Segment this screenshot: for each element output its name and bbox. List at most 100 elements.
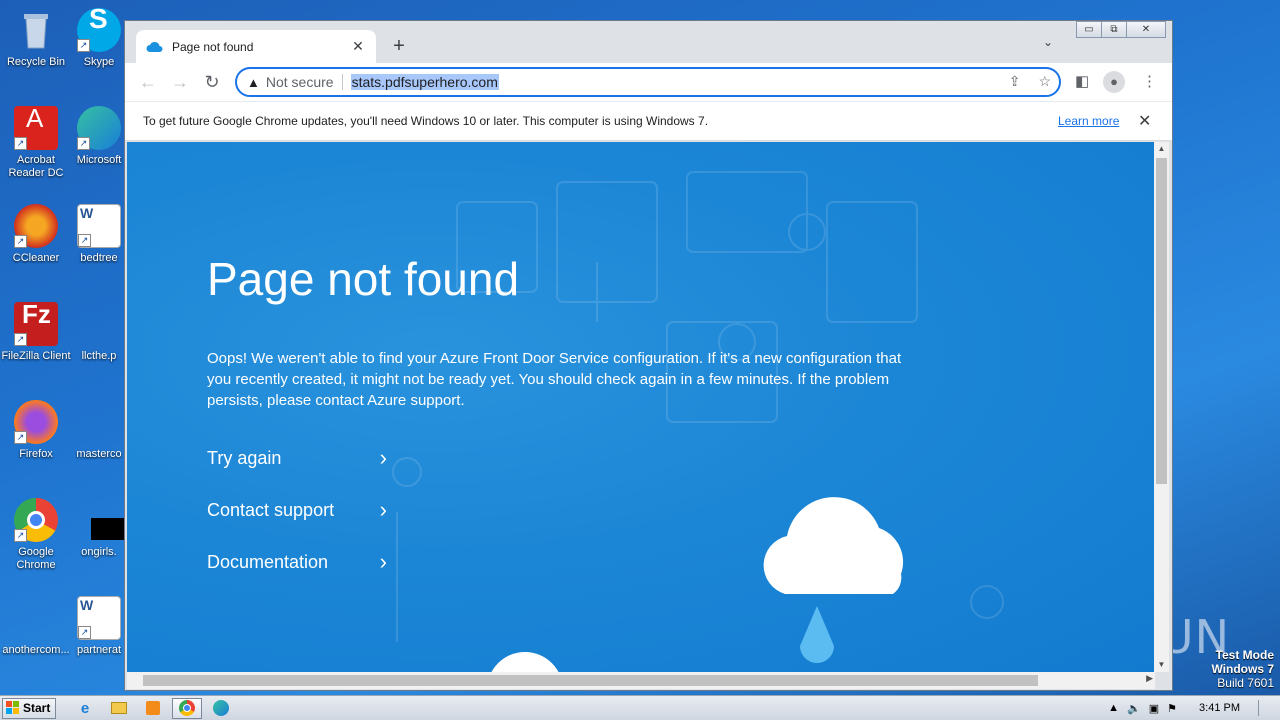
desktop-icon-label: masterco — [76, 448, 122, 460]
file-icon — [14, 596, 58, 640]
desktop-icon-recycle-bin[interactable]: Recycle Bin — [0, 8, 72, 69]
scroll-down-arrow-icon[interactable]: ▼ — [1154, 658, 1169, 672]
ccleaner-icon: ↗ — [14, 204, 58, 248]
desktop-icon-anothercom[interactable]: anothercom... — [0, 596, 72, 657]
desktop-icon-label: bedtree — [80, 252, 118, 264]
person-icon: ● — [1103, 71, 1125, 93]
filezilla-icon: Fz ↗ — [14, 301, 58, 346]
desktop-icon-label: Acrobat Reader DC — [8, 154, 64, 179]
acrobat-icon: A ↗ — [14, 105, 58, 150]
share-icon[interactable]: ⇪ — [1009, 73, 1021, 90]
test-mode-line2: Windows 7 — [1211, 662, 1274, 676]
update-infobar: To get future Google Chrome updates, you… — [125, 101, 1172, 141]
documentation-link[interactable]: Documentation › — [207, 549, 387, 575]
show-desktop-button[interactable] — [1258, 700, 1270, 716]
bookmark-star-icon[interactable]: ☆ — [1038, 73, 1051, 90]
word-document-icon: W ↗ — [77, 204, 121, 248]
desktop-icon-bedtree[interactable]: W ↗ bedtree — [74, 204, 124, 265]
taskbar-chrome-icon[interactable] — [172, 697, 202, 719]
tab-search-icon[interactable]: ⌄ — [1043, 35, 1053, 49]
desktop-icon-ongirls[interactable]: ongirls. — [74, 498, 127, 559]
desktop-icon-label: CCleaner — [12, 252, 60, 264]
file-icon — [77, 498, 127, 542]
chrome-window: Page not found ✕ + ⌄ ▭ ⧉ ✕ ← → ↻ ▲ Not s… — [124, 20, 1173, 691]
url-text[interactable]: stats.pdfsuperhero.com — [350, 74, 499, 90]
taskbar-edge-icon[interactable] — [206, 698, 236, 719]
desktop-icon-label: Recycle Bin — [6, 56, 66, 68]
not-secure-label[interactable]: Not secure — [266, 74, 343, 90]
desktop-icon-label: Skype — [83, 56, 115, 68]
desktop-icon-label: FileZilla Client — [1, 350, 71, 362]
page-title: Page not found — [207, 253, 520, 305]
profile-avatar[interactable]: ● — [1103, 71, 1125, 93]
desktop-icon-partnerat[interactable]: W ↗ partnerat — [74, 596, 124, 657]
start-label: Start — [23, 701, 51, 715]
desktop-icon-label: Google Chrome — [16, 546, 56, 571]
taskbar: Start e ▲ 🔈 ▣ ⚑ 3:41 PM — [0, 695, 1280, 720]
firefox-icon: ↗ — [14, 400, 58, 444]
learn-more-link[interactable]: Learn more — [1058, 114, 1119, 128]
error-description: Oops! We weren't able to find your Azure… — [207, 350, 902, 409]
title-bar: Page not found ✕ + ⌄ ▭ ⧉ ✕ — [125, 21, 1172, 63]
tab-title: Page not found — [172, 39, 254, 54]
desktop-icon-label: llcthe.p — [81, 350, 117, 362]
desktop-icon-filezilla[interactable]: Fz ↗ FileZilla Client — [0, 301, 72, 363]
start-button[interactable]: Start — [2, 697, 56, 719]
side-panel-icon[interactable]: ◧ — [1075, 72, 1089, 90]
taskbar-ie-icon[interactable]: e — [70, 698, 100, 719]
scroll-up-arrow-icon[interactable]: ▲ — [1154, 142, 1169, 156]
vertical-scrollbar[interactable]: ▲ ▼ — [1154, 142, 1169, 672]
address-bar[interactable]: ▲ Not secure stats.pdfsuperhero.com ⇪ ☆ — [235, 67, 1061, 97]
tab-close-icon[interactable]: ✕ — [350, 38, 366, 55]
minimize-button[interactable]: ▭ — [1076, 21, 1102, 38]
window-controls: ▭ ⧉ ✕ — [1076, 21, 1166, 39]
volume-icon[interactable]: 🔈 — [1127, 702, 1141, 715]
reload-button[interactable]: ↻ — [201, 71, 223, 93]
close-button[interactable]: ✕ — [1126, 21, 1166, 38]
back-button[interactable]: ← — [137, 71, 159, 93]
desktop-icon-masterco[interactable]: masterco — [74, 400, 124, 461]
contact-support-link[interactable]: Contact support › — [207, 497, 387, 523]
tab-page-not-found[interactable]: Page not found ✕ — [136, 30, 376, 63]
taskbar-media-player-icon[interactable] — [138, 698, 168, 719]
desktop-icon-google-chrome[interactable]: ↗ Google Chrome — [0, 498, 72, 572]
desktop-icon-llcthe[interactable]: llcthe.p — [74, 302, 124, 363]
chevron-right-icon: › — [379, 497, 387, 522]
test-mode-line1: Test Mode — [1215, 648, 1274, 662]
desktop-icon-microsoft-edge[interactable]: ↗ Microsoft — [74, 106, 124, 167]
infobar-message: To get future Google Chrome updates, you… — [143, 114, 709, 128]
desktop-icon-acrobat[interactable]: A ↗ Acrobat Reader DC — [0, 105, 72, 180]
desktop-icon-firefox[interactable]: ↗ Firefox — [0, 400, 72, 461]
browser-toolbar: ← → ↻ ▲ Not secure stats.pdfsuperhero.co… — [125, 63, 1172, 101]
action-center-flag-icon[interactable]: ⚑ — [1167, 702, 1177, 715]
file-icon — [77, 302, 121, 346]
menu-kebab-icon[interactable]: ⋮ — [1142, 72, 1157, 90]
horizontal-scroll-thumb[interactable] — [143, 675, 1038, 686]
tray-expand-icon[interactable]: ▲ — [1108, 702, 1119, 714]
horizontal-scrollbar[interactable]: ▶ — [127, 672, 1155, 689]
shortcut-arrow-icon: ↗ — [78, 626, 91, 639]
edge-icon: ↗ — [77, 106, 121, 150]
desktop-icon-label: Microsoft — [76, 154, 122, 166]
warning-icon[interactable]: ▲ — [247, 75, 260, 90]
shortcut-arrow-icon: ↗ — [14, 529, 27, 542]
desktop-icon-label: anothercom... — [2, 644, 70, 656]
infobar-close-icon[interactable]: ✕ — [1138, 111, 1151, 131]
action-label: Try again — [207, 447, 282, 468]
vertical-scroll-thumb[interactable] — [1156, 158, 1167, 484]
scroll-right-arrow-icon[interactable]: ▶ — [1146, 673, 1153, 684]
forward-button[interactable]: → — [169, 71, 191, 93]
windows-logo-icon — [6, 701, 19, 714]
taskbar-explorer-icon[interactable] — [104, 698, 134, 719]
shortcut-arrow-icon: ↗ — [14, 333, 27, 346]
clock[interactable]: 3:41 PM — [1199, 702, 1240, 714]
new-tab-button[interactable]: + — [387, 34, 411, 58]
try-again-link[interactable]: Try again › — [207, 445, 387, 471]
network-icon[interactable]: ▣ — [1149, 702, 1159, 715]
maximize-button[interactable]: ⧉ — [1101, 21, 1127, 38]
desktop-icon-ccleaner[interactable]: ↗ CCleaner — [0, 204, 72, 265]
desktop-icon-label: ongirls. — [81, 546, 117, 558]
shortcut-arrow-icon: ↗ — [14, 431, 27, 444]
desktop-icon-skype[interactable]: S ↗ Skype — [74, 5, 124, 69]
action-label: Documentation — [207, 551, 329, 572]
